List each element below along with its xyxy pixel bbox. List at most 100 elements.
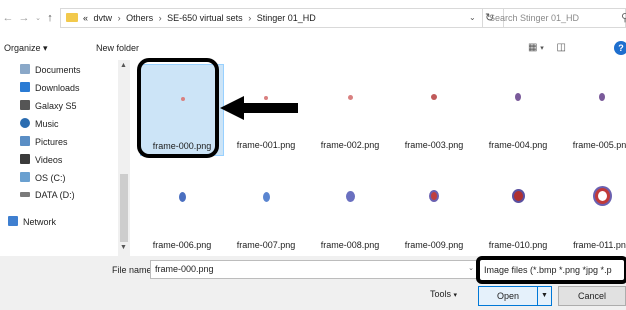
nav-item-label: Galaxy S5 xyxy=(35,101,77,111)
nav-item-label: Documents xyxy=(35,65,81,75)
nav-item-downloads[interactable]: Downloads xyxy=(20,82,80,93)
downloads-icon xyxy=(20,82,30,92)
nav-item-data-d[interactable]: DATA (D:) xyxy=(20,190,75,200)
breadcrumb-item-virtual-sets[interactable]: SE-650 virtual sets xyxy=(167,13,243,23)
nav-item-label: Videos xyxy=(35,155,63,165)
scroll-thumb[interactable] xyxy=(120,174,128,242)
drive-icon xyxy=(20,172,30,182)
image-thumbnail xyxy=(318,166,382,234)
chevron-right-icon[interactable]: › xyxy=(248,13,251,23)
file-name: frame-008.png xyxy=(320,240,380,250)
back-arrow-icon[interactable]: ← xyxy=(2,12,14,24)
drive-icon xyxy=(20,192,30,197)
image-thumbnail xyxy=(234,166,298,234)
thumbnail-dot xyxy=(595,188,610,204)
cancel-button[interactable]: Cancel xyxy=(558,286,626,306)
nav-item-label: OS (C:) xyxy=(35,173,66,183)
recent-locations-chevron-icon[interactable]: ⌄ xyxy=(32,14,44,22)
chevron-right-icon[interactable]: › xyxy=(159,13,162,23)
file-name: frame-003.png xyxy=(404,140,464,150)
file-type-select[interactable]: Image files (*.bmp *.png *jpg *.p xyxy=(476,256,626,284)
organize-menu[interactable]: Organize ▾ xyxy=(4,43,48,54)
file-item[interactable]: frame-003.png xyxy=(392,64,476,156)
image-thumbnail xyxy=(150,166,214,234)
file-item[interactable]: frame-010.png xyxy=(476,164,560,256)
file-item[interactable]: frame-005.png xyxy=(560,64,626,156)
nav-item-os-c[interactable]: OS (C:) xyxy=(20,172,66,183)
nav-item-videos[interactable]: Videos xyxy=(20,154,62,165)
file-name: frame-010.png xyxy=(488,240,548,250)
address-box[interactable]: « dvtw › Others › SE-650 virtual sets › … xyxy=(60,8,504,28)
nav-item-pictures[interactable]: Pictures xyxy=(20,136,68,147)
image-thumbnail xyxy=(570,166,626,234)
file-item[interactable]: frame-004.png xyxy=(476,64,560,156)
tools-dropdown-chevron-icon: ▾ xyxy=(453,292,458,299)
videos-icon xyxy=(20,154,30,164)
phone-icon xyxy=(20,100,30,110)
search-placeholder: Search Stinger 01_HD xyxy=(489,13,580,23)
navigation-pane: Documents Downloads Galaxy S5 Music Pict… xyxy=(0,60,132,256)
thumbnail-dot xyxy=(599,93,605,101)
documents-icon xyxy=(20,64,30,74)
image-thumbnail xyxy=(318,66,382,134)
open-button[interactable]: Open ▼ xyxy=(478,286,552,306)
image-thumbnail xyxy=(486,66,550,134)
help-icon[interactable]: ? xyxy=(614,41,626,55)
file-item[interactable]: frame-002.png xyxy=(308,64,392,156)
scroll-up-icon[interactable]: ▲ xyxy=(120,62,127,69)
thumbnail-dot xyxy=(346,191,355,202)
file-name: frame-011.png xyxy=(573,240,626,250)
file-name-input[interactable]: frame-000.png ⌄ xyxy=(150,260,478,279)
file-item[interactable]: frame-006.png xyxy=(140,164,224,256)
chevron-right-icon[interactable]: › xyxy=(118,13,121,23)
file-item[interactable]: frame-009.png xyxy=(392,164,476,256)
file-name-dropdown-chevron-icon[interactable]: ⌄ xyxy=(468,264,474,272)
file-item[interactable]: frame-007.png xyxy=(224,164,308,256)
folder-icon xyxy=(66,13,78,22)
breadcrumb-item-dvtw[interactable]: dvtw xyxy=(94,13,113,23)
image-thumbnail xyxy=(570,66,626,134)
breadcrumb-item-stinger[interactable]: Stinger 01_HD xyxy=(257,13,316,23)
image-thumbnail xyxy=(402,166,466,234)
thumbnail-dot xyxy=(429,190,439,202)
file-type-value: Image files (*.bmp *.png *jpg *.p xyxy=(484,265,612,275)
nav-item-label: Pictures xyxy=(35,137,68,147)
image-thumbnail xyxy=(486,166,550,234)
open-label: Open xyxy=(497,291,520,301)
pointer-arrow-icon xyxy=(220,96,298,120)
change-view-icon[interactable]: ▦ xyxy=(528,42,537,53)
new-folder-button[interactable]: New folder xyxy=(96,43,139,53)
thumbnail-dot xyxy=(348,95,353,100)
file-name: frame-009.png xyxy=(404,240,464,250)
command-bar: Organize ▾ New folder ▦ ▾ ◫ ? xyxy=(0,38,626,60)
breadcrumb-overflow[interactable]: « xyxy=(83,13,88,23)
up-arrow-icon[interactable]: ↑ xyxy=(44,12,56,24)
thumbnail-dot xyxy=(179,192,186,202)
nav-item-music[interactable]: Music xyxy=(20,118,59,129)
file-name: frame-004.png xyxy=(488,140,548,150)
file-dialog-footer: File name: frame-000.png ⌄ Image files (… xyxy=(0,256,626,310)
file-name: frame-006.png xyxy=(152,240,212,250)
open-split-chevron-icon[interactable]: ▼ xyxy=(537,287,551,305)
search-icon[interactable]: ⚲ xyxy=(621,11,626,24)
nav-item-network[interactable]: Network xyxy=(8,216,56,227)
search-input[interactable]: Search Stinger 01_HD ⚲ xyxy=(482,8,626,28)
breadcrumb-item-others[interactable]: Others xyxy=(126,13,153,23)
breadcrumb: « dvtw › Others › SE-650 virtual sets › … xyxy=(83,13,319,23)
view-dropdown-chevron-icon[interactable]: ▾ xyxy=(540,45,544,52)
forward-arrow-icon[interactable]: → xyxy=(18,12,30,24)
scroll-down-icon[interactable]: ▼ xyxy=(120,244,127,251)
thumbnail-dot xyxy=(515,93,521,101)
address-dropdown-chevron-icon[interactable]: ⌄ xyxy=(469,13,476,22)
file-name: frame-001.png xyxy=(236,140,296,150)
nav-item-galaxy-s5[interactable]: Galaxy S5 xyxy=(20,100,77,111)
file-name-value: frame-000.png xyxy=(155,264,214,274)
nav-scrollbar[interactable]: ▲ ▼ xyxy=(118,60,130,256)
thumbnail-dot xyxy=(431,94,437,100)
nav-item-documents[interactable]: Documents xyxy=(20,64,81,75)
file-item[interactable]: frame-008.png xyxy=(308,164,392,256)
tools-menu[interactable]: Tools ▾ xyxy=(430,289,457,299)
view-controls: ▦ ▾ ◫ xyxy=(528,42,566,53)
preview-pane-icon[interactable]: ◫ xyxy=(557,42,566,53)
file-item[interactable]: frame-011.png xyxy=(560,164,626,256)
